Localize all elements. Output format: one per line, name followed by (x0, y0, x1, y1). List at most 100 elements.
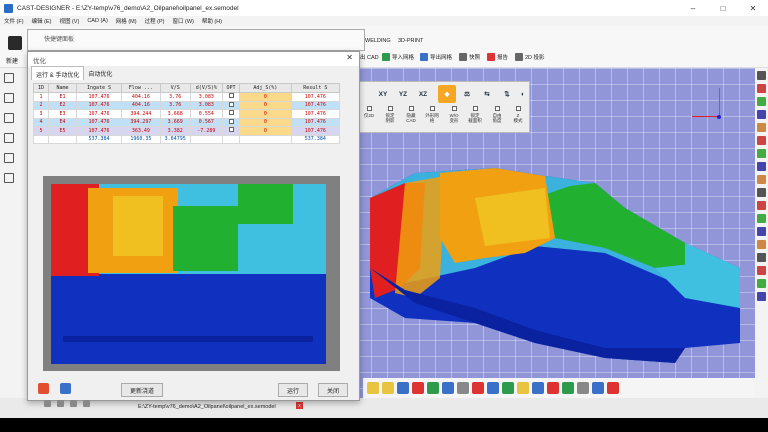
tool-tree-icon[interactable] (4, 93, 14, 103)
bottom-tool-5-icon[interactable] (427, 382, 439, 394)
opt-lock-section[interactable]: 锁定 截面积 (465, 106, 485, 123)
opt-hide-cad[interactable]: 隐藏 CAD (401, 106, 421, 123)
run-button[interactable]: 运行 (278, 383, 308, 397)
view-iso-button[interactable]: ◆ (438, 85, 456, 103)
adj-input[interactable]: 0 (239, 100, 292, 110)
color-map-icon[interactable] (757, 84, 766, 93)
table-row[interactable]: 5 E5 107.476 363.49 3.382 -7.289 0 107.4… (32, 126, 341, 136)
bottom-tool-17-icon[interactable] (607, 382, 619, 394)
bottom-tool-6-icon[interactable] (442, 382, 454, 394)
opt-lock-shade[interactable]: 锁定 阴影 (380, 106, 400, 123)
tab-welding[interactable]: WELDING (365, 38, 391, 44)
status-close-button[interactable]: x (296, 402, 303, 409)
opt-hide-cad-checkbox[interactable] (408, 106, 414, 111)
bottom-tool-2-icon[interactable] (382, 382, 394, 394)
opt-checkbox[interactable] (228, 93, 234, 99)
save-icon[interactable] (70, 400, 77, 407)
render-icon[interactable] (757, 279, 766, 288)
adj-input[interactable]: 0 (239, 117, 292, 127)
legend-icon[interactable] (757, 201, 766, 210)
opt-free-angle[interactable]: 自由 角度 (487, 106, 507, 123)
menu-edit[interactable]: 编辑 (E) (28, 17, 56, 25)
probe-icon[interactable] (757, 136, 766, 145)
adj-input[interactable]: 0 (239, 109, 292, 119)
menu-file[interactable]: 文件 (F) (0, 17, 28, 25)
tool-settings-icon[interactable] (4, 173, 14, 183)
menu-help[interactable]: 帮助 (H) (198, 17, 226, 25)
fit-view-icon[interactable] (757, 253, 766, 262)
opt-checkbox[interactable] (228, 127, 234, 133)
minimize-button[interactable]: – (678, 0, 708, 16)
view-side-icon[interactable]: ⇆ (478, 85, 496, 103)
export-image-icon[interactable] (757, 292, 766, 301)
opt-outline-mesh-checkbox[interactable] (429, 106, 435, 111)
bottom-tool-7-icon[interactable] (457, 382, 469, 394)
bottom-tool-8-icon[interactable] (472, 382, 484, 394)
bottom-tool-13-icon[interactable] (547, 382, 559, 394)
grid-toggle-icon[interactable] (757, 214, 766, 223)
tool-layers-icon[interactable] (4, 113, 14, 123)
table-row[interactable]: 2 E2 107.476 404.16 3.76 3.083 0 107.476 (32, 100, 341, 110)
mesh-view-icon[interactable] (757, 97, 766, 106)
view-front-icon[interactable]: ⚖ (458, 85, 476, 103)
table-row[interactable]: 3 E3 107.476 394.244 3.668 0.554 0 107.4… (32, 109, 341, 119)
snapshot-button[interactable]: 快照 (459, 53, 480, 61)
bottom-tool-1-icon[interactable] (367, 382, 379, 394)
chart-icon[interactable] (38, 383, 49, 394)
view-xz-button[interactable]: XZ (414, 85, 432, 103)
tool-select-icon[interactable] (4, 73, 14, 83)
export-mesh-button[interactable]: 导出网格 (420, 53, 452, 61)
table-row[interactable]: 1 E1 107.476 404.16 3.76 3.083 0 107.476 (32, 92, 341, 102)
bottom-tool-12-icon[interactable] (532, 382, 544, 394)
opt-z-mode-checkbox[interactable] (515, 106, 521, 111)
clip-icon[interactable] (757, 162, 766, 171)
opt-checkbox[interactable] (228, 101, 234, 107)
opt-outline-mesh[interactable]: 外形网格 (422, 106, 442, 123)
new-file-icon[interactable] (8, 36, 22, 50)
dialog-close-icon[interactable]: ✕ (346, 53, 353, 62)
menu-window[interactable]: 窗口 (W) (168, 17, 197, 25)
opt-no-deform-checkbox[interactable] (451, 106, 457, 111)
opt-free-angle-checkbox[interactable] (494, 106, 500, 111)
edit-icon[interactable] (44, 400, 51, 407)
import-mesh-button[interactable]: 导入网格 (382, 53, 414, 61)
menu-cad[interactable]: CAD (A) (83, 18, 111, 24)
axis-toggle-icon[interactable] (757, 227, 766, 236)
measure-icon[interactable] (757, 123, 766, 132)
adj-input[interactable]: 0 (239, 92, 292, 102)
bottom-tool-4-icon[interactable] (412, 382, 424, 394)
adj-input[interactable]: 0 (239, 126, 292, 136)
table-row[interactable]: 4 E4 107.476 394.297 3.669 0.567 0 107.4… (32, 117, 341, 127)
bottom-tool-14-icon[interactable] (562, 382, 574, 394)
bottom-tool-9-icon[interactable] (487, 382, 499, 394)
opt-checkbox[interactable] (228, 118, 234, 124)
tool-grid-view-icon[interactable] (4, 133, 14, 143)
reset-icon[interactable] (757, 266, 766, 275)
opt-lock-section-checkbox[interactable] (472, 106, 478, 111)
camera-view-icon[interactable] (757, 188, 766, 197)
maximize-button[interactable]: □ (708, 0, 738, 16)
delete-icon[interactable] (83, 400, 90, 407)
view-yz-button[interactable]: YZ (394, 85, 412, 103)
opt-z-mode[interactable]: Z 模式 (508, 106, 528, 123)
opt-no-deform[interactable]: W/O 变形 (444, 106, 464, 123)
layer-icon[interactable] (757, 149, 766, 158)
tab-3dprint[interactable]: 3D-PRINT (398, 38, 423, 44)
update-runner-button[interactable]: 更新浇道 (121, 383, 163, 397)
tab-auto-optimize[interactable]: 自动优化 (84, 66, 116, 80)
report-button[interactable]: 报告 (487, 53, 508, 61)
cube-view-icon[interactable] (757, 71, 766, 80)
opt-2d-only[interactable]: 仅2D (359, 106, 379, 118)
bottom-tool-15-icon[interactable] (577, 382, 589, 394)
bottom-tool-16-icon[interactable] (592, 382, 604, 394)
brush-icon[interactable] (57, 400, 64, 407)
view-persp-icon[interactable]: ◐ (514, 85, 532, 103)
close-window-button[interactable]: ✕ (738, 0, 768, 16)
tab-run-manual[interactable]: 运行 & 手动优化 (31, 66, 85, 80)
export-icon[interactable] (60, 383, 71, 394)
opt-2d-only-checkbox[interactable] (366, 106, 372, 111)
projection-2d-button[interactable]: 2D 投影 (515, 53, 545, 61)
tool-table-icon[interactable] (4, 153, 14, 163)
zoom-icon[interactable] (757, 240, 766, 249)
bottom-tool-3-icon[interactable] (397, 382, 409, 394)
